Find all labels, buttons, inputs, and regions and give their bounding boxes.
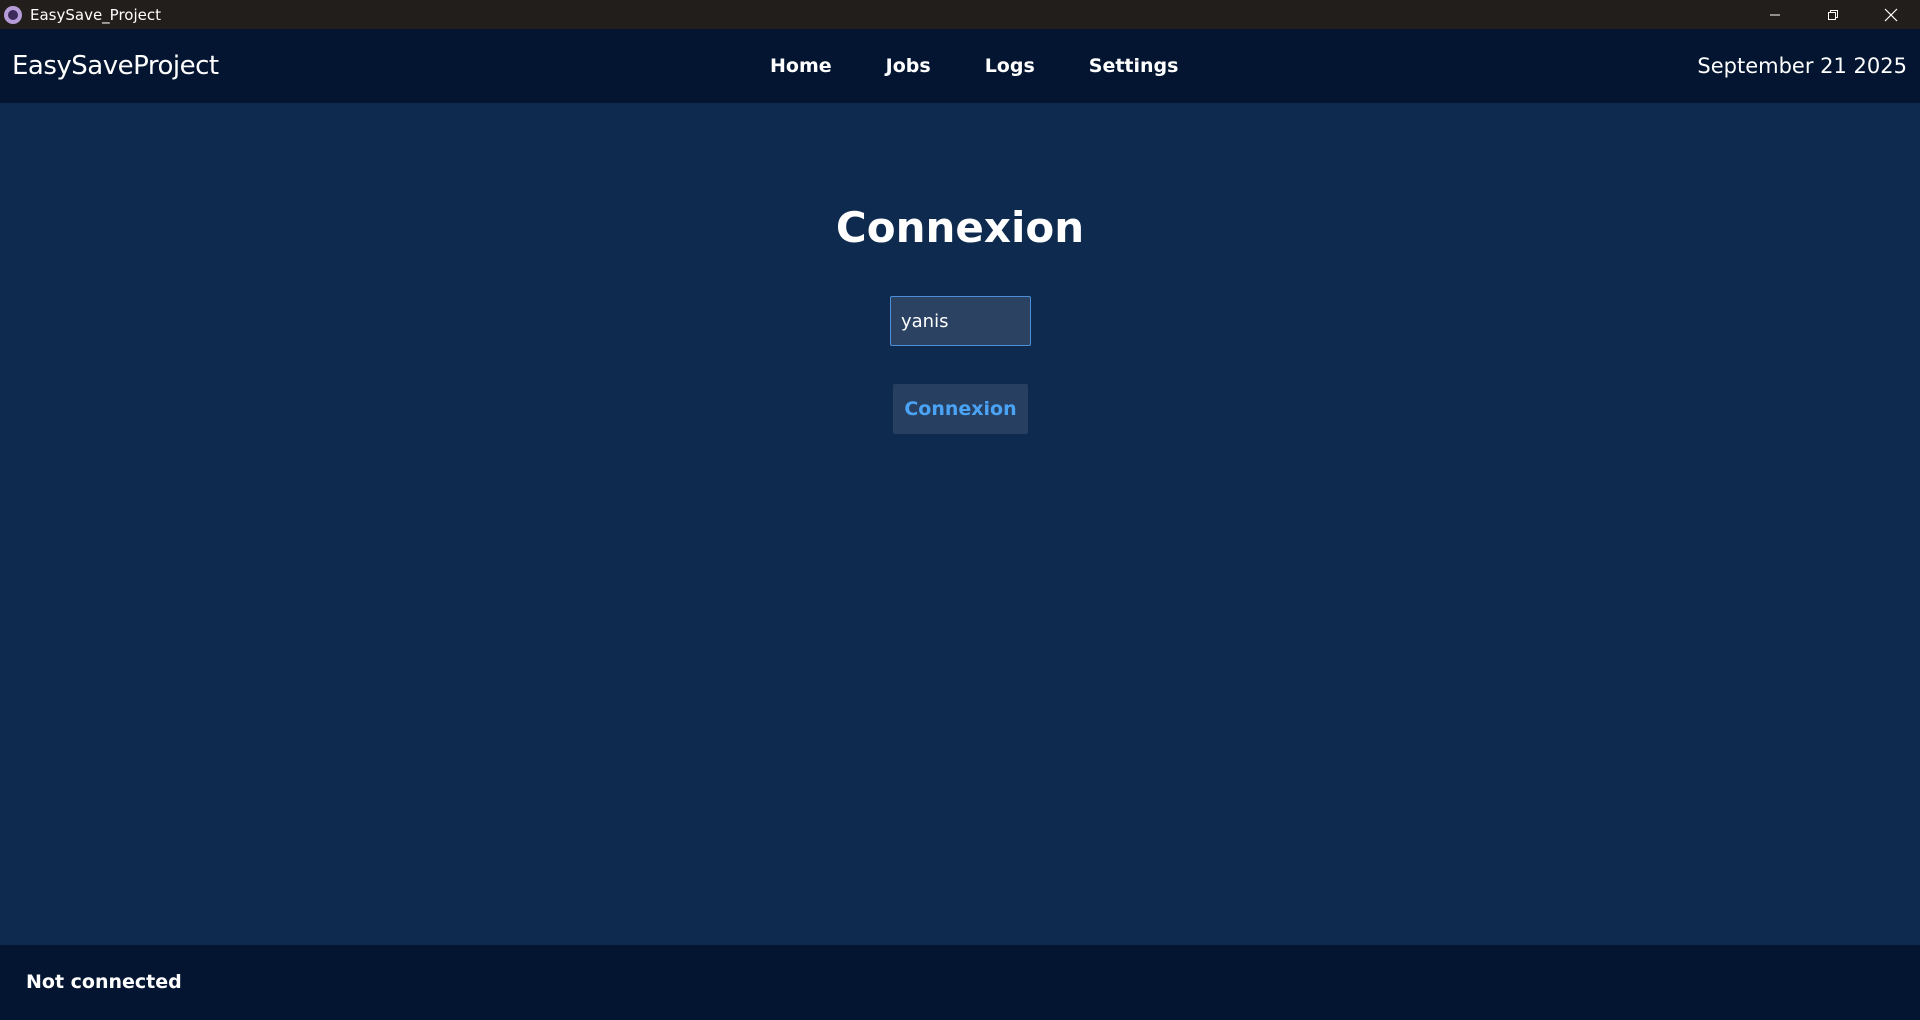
- brand-name: EasySaveProject: [12, 51, 219, 81]
- close-icon: [1884, 8, 1898, 21]
- nav-link-logs[interactable]: Logs: [985, 55, 1035, 77]
- restore-icon: [1828, 9, 1838, 20]
- minimize-icon: [1770, 14, 1780, 15]
- login-title: Connexion: [835, 203, 1085, 252]
- nav-link-settings[interactable]: Settings: [1089, 55, 1179, 77]
- username-input[interactable]: [890, 296, 1031, 346]
- login-button[interactable]: Connexion: [893, 384, 1028, 434]
- window-titlebar: EasySave_Project: [0, 0, 1920, 29]
- nav-link-jobs[interactable]: Jobs: [886, 55, 931, 77]
- main-content: Connexion Connexion: [0, 103, 1920, 945]
- app-logo-icon: [4, 5, 22, 24]
- top-navbar: EasySaveProject Home Jobs Logs Settings …: [0, 29, 1920, 103]
- nav-links: Home Jobs Logs Settings: [770, 29, 1232, 103]
- nav-link-home[interactable]: Home: [770, 55, 832, 77]
- connection-status: Not connected: [26, 971, 182, 993]
- minimize-button[interactable]: [1746, 0, 1804, 29]
- restore-button[interactable]: [1804, 0, 1862, 29]
- close-button[interactable]: [1862, 0, 1920, 29]
- window-controls: [1746, 0, 1920, 29]
- window-title: EasySave_Project: [30, 5, 162, 24]
- status-bar: Not connected: [0, 945, 1920, 1020]
- current-date: September 21 2025: [1697, 54, 1907, 78]
